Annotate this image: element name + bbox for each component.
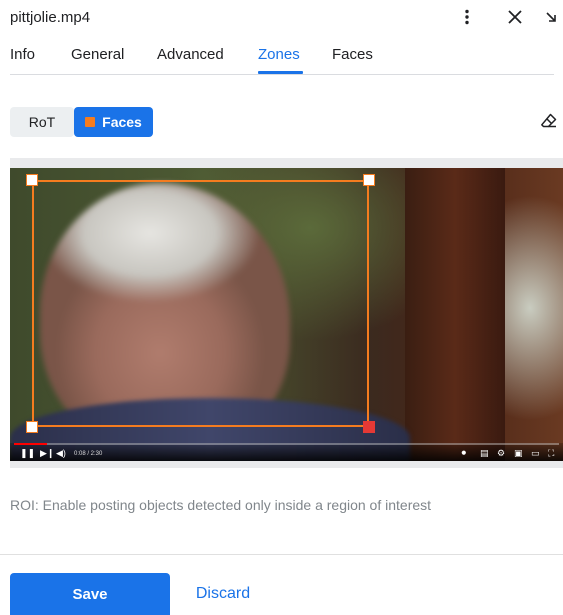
miniplayer-icon[interactable]: ▣ <box>514 448 523 458</box>
video-time: 0:08 / 2:30 <box>74 451 103 457</box>
theater-icon[interactable]: ▭ <box>531 448 540 458</box>
footer-divider <box>0 554 563 555</box>
faces-mode-label: Faces <box>102 114 142 130</box>
save-button[interactable]: Save <box>10 573 170 615</box>
collapse-arrow-icon[interactable] <box>540 6 562 28</box>
tab-faces[interactable]: Faces <box>332 46 373 63</box>
close-icon[interactable] <box>504 6 526 28</box>
volume-icon[interactable]: ◀) <box>56 448 66 458</box>
more-vert-icon[interactable] <box>456 6 478 28</box>
video-door <box>405 168 505 461</box>
eraser-icon[interactable] <box>537 109 561 133</box>
tab-zones[interactable]: Zones <box>258 46 300 63</box>
tabs-divider <box>10 74 554 75</box>
next-icon[interactable]: ▶❙ <box>40 448 54 458</box>
faces-mode-button[interactable]: Faces <box>74 107 153 137</box>
video-progress-fill <box>14 443 47 445</box>
roi-handle-bottom-left[interactable] <box>26 421 38 433</box>
settings-icon[interactable]: ⚙ <box>497 448 505 458</box>
video-progress-bar[interactable] <box>14 443 559 445</box>
roi-handle-top-left[interactable] <box>26 174 38 186</box>
pause-icon[interactable]: ❚❚ <box>20 448 35 458</box>
file-title: pittjolie.mp4 <box>10 9 91 26</box>
tab-info[interactable]: Info <box>10 46 35 63</box>
dialog-header: pittjolie.mp4 <box>0 0 563 36</box>
rot-mode-label: RoT <box>28 114 56 130</box>
subtitles-icon[interactable]: ▤ <box>480 448 489 458</box>
roi-description: ROI: Enable posting objects detected onl… <box>10 497 432 513</box>
autoplay-toggle[interactable]: ⚫ <box>460 448 468 458</box>
tab-bar: Info General Advanced Zones Faces <box>0 44 563 76</box>
zone-color-swatch <box>85 117 96 127</box>
roi-handle-bottom-right[interactable] <box>363 421 375 433</box>
tab-advanced[interactable]: Advanced <box>157 46 224 63</box>
roi-zone-rectangle[interactable] <box>32 180 369 427</box>
roi-handle-top-right[interactable] <box>363 174 375 186</box>
discard-button[interactable]: Discard <box>178 573 268 615</box>
fullscreen-icon[interactable]: ⛶ <box>548 448 554 458</box>
tab-general[interactable]: General <box>71 46 124 63</box>
rot-mode-button[interactable]: RoT <box>10 107 74 137</box>
